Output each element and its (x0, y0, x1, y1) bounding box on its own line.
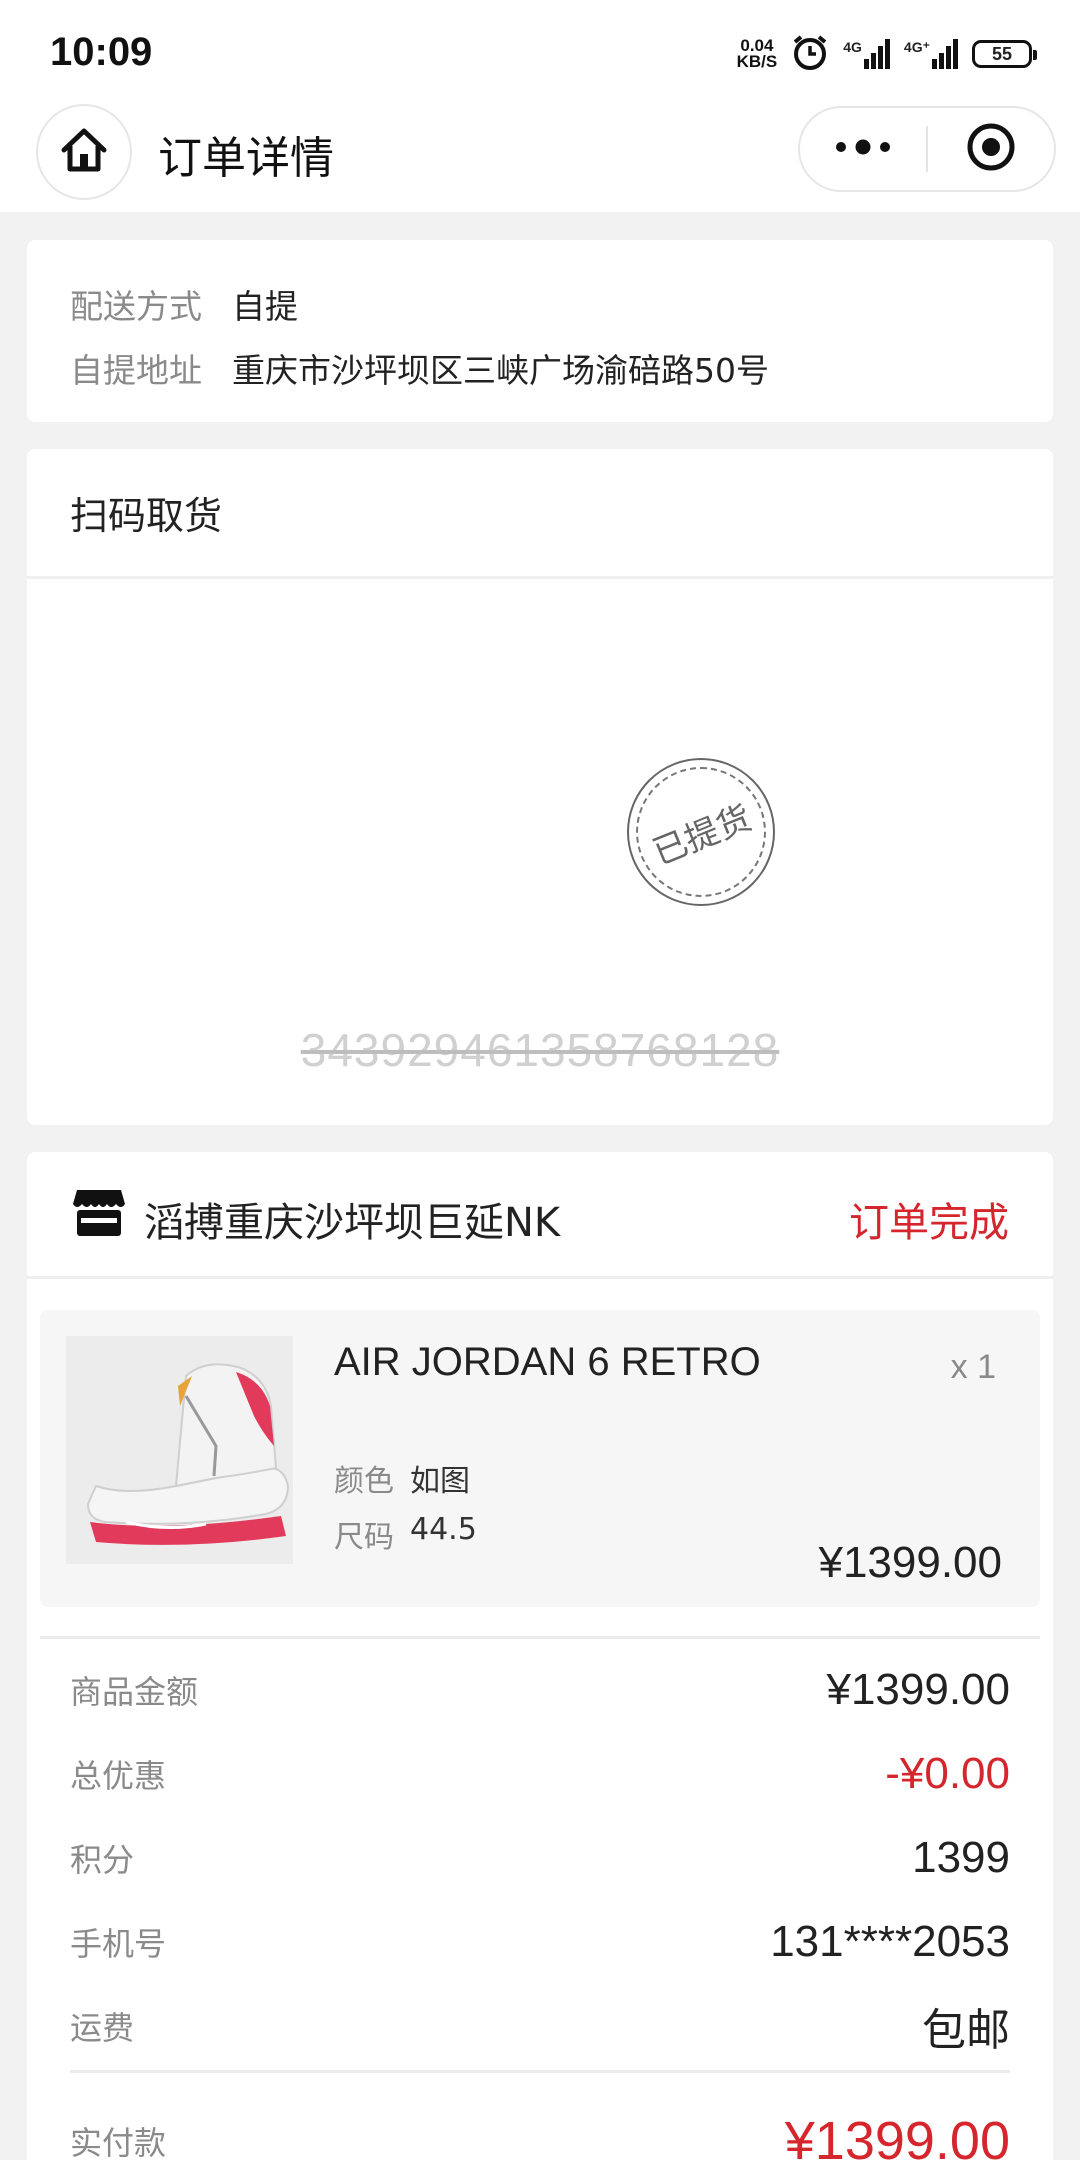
home-icon (59, 126, 109, 178)
pickup-title: 扫码取货 (27, 449, 1053, 579)
order-status: 订单完成 (849, 1200, 1009, 1246)
product-name: AIR JORDAN 6 RETRO (334, 1340, 761, 1384)
discount-value: -¥0.00 (885, 1749, 1010, 1798)
points-value: 1399 (912, 1833, 1010, 1882)
points-label: 积分 (70, 1841, 135, 1879)
store-icon (73, 1188, 125, 1240)
pickup-address-value: 重庆市沙坪坝区三峡广场渝碚路50号 (232, 351, 769, 390)
status-icons: 0.04 KB/S 4G 4G⁺ 55 (736, 33, 1037, 75)
battery-icon: 55 (972, 40, 1037, 68)
shipping-row: 运费 包邮 (70, 1996, 1010, 2056)
points-row: 积分 1399 (70, 1828, 1010, 1888)
product-size-value: 44.5 (410, 1512, 477, 1547)
delivery-method-label: 配送方式 (70, 287, 202, 326)
title-bar: 订单详情 (0, 100, 1080, 212)
delivery-method-row: 配送方式 自提 (70, 280, 298, 328)
product-image (66, 1336, 293, 1564)
phone-value: 131****2053 (770, 1917, 1010, 1966)
phone-label: 手机号 (70, 1925, 167, 1963)
phone-row: 手机号 131****2053 (70, 1912, 1010, 1972)
network-speed: 0.04 KB/S (736, 37, 778, 71)
paid-value: ¥1399.00 (784, 2111, 1010, 2160)
product-size-row: 尺码 44.5 (334, 1512, 477, 1556)
paid-row: 实付款 ¥1399.00 (70, 2104, 1010, 2160)
product-color-value: 如图 (410, 1464, 470, 1499)
more-dots-icon (835, 139, 891, 159)
pickup-code-wrap: 343929461358768128 (27, 1023, 1053, 1077)
pickup-card: 扫码取货 已提货 343929461358768128 (27, 449, 1053, 1125)
summary-divider-bottom (70, 2070, 1010, 2073)
network-speed-unit: KB/S (736, 52, 778, 71)
paid-label: 实付款 (70, 2124, 167, 2160)
delivery-card: 配送方式 自提 自提地址 重庆市沙坪坝区三峡广场渝碚路50号 (27, 240, 1053, 422)
status-time: 10:09 (50, 30, 153, 74)
discount-row: 总优惠 -¥0.00 (70, 1744, 1010, 1804)
target-close-icon (966, 122, 1016, 176)
product-color-row: 颜色 如图 (334, 1456, 470, 1500)
cell-signal-icon-1: 4G (843, 39, 890, 69)
pickup-address-label: 自提地址 (70, 351, 202, 390)
cell-signal-icon-2: 4G⁺ (904, 39, 958, 69)
signal-label-2: 4G⁺ (903, 39, 930, 55)
goods-amount-row: 商品金额 ¥1399.00 (70, 1660, 1010, 1720)
close-button[interactable] (928, 108, 1054, 190)
product-color-label: 颜色 (334, 1464, 394, 1499)
goods-amount-value: ¥1399.00 (826, 1665, 1010, 1714)
home-button[interactable] (36, 104, 132, 200)
product-item[interactable]: AIR JORDAN 6 RETRO x 1 颜色 如图 尺码 44.5 ¥13… (40, 1310, 1040, 1607)
product-quantity: x 1 (950, 1348, 996, 1386)
pickup-address-row: 自提地址 重庆市沙坪坝区三峡广场渝碚路50号 (70, 344, 769, 392)
stamp-text: 已提货 (647, 797, 758, 873)
product-price: ¥1399.00 (818, 1538, 1002, 1587)
page-title: 订单详情 (158, 133, 334, 184)
discount-label: 总优惠 (70, 1757, 167, 1795)
goods-amount-label: 商品金额 (70, 1673, 199, 1711)
store-name: 滔搏重庆沙坪坝巨延NK (144, 1200, 561, 1246)
product-size-label: 尺码 (334, 1520, 394, 1555)
shipping-value: 包邮 (922, 2006, 1010, 2055)
alarm-icon (791, 33, 829, 75)
shipping-label: 运费 (70, 2009, 135, 2047)
summary-divider-top (40, 1636, 1040, 1639)
picked-up-stamp: 已提货 (627, 758, 775, 906)
mini-program-capsule (798, 106, 1056, 192)
signal-label-1: 4G (843, 39, 862, 55)
store-header[interactable]: 滔搏重庆沙坪坝巨延NK 订单完成 (27, 1152, 1053, 1279)
order-card: 滔搏重庆沙坪坝巨延NK 订单完成 AIR JORDAN 6 RETRO x 1 … (27, 1152, 1053, 2160)
delivery-method-value: 自提 (232, 287, 298, 326)
more-button[interactable] (800, 108, 926, 190)
pickup-code: 343929461358768128 (300, 1024, 780, 1076)
status-bar: 10:09 0.04 KB/S 4G 4G⁺ 55 (0, 0, 1080, 100)
battery-level: 55 (991, 43, 1013, 64)
